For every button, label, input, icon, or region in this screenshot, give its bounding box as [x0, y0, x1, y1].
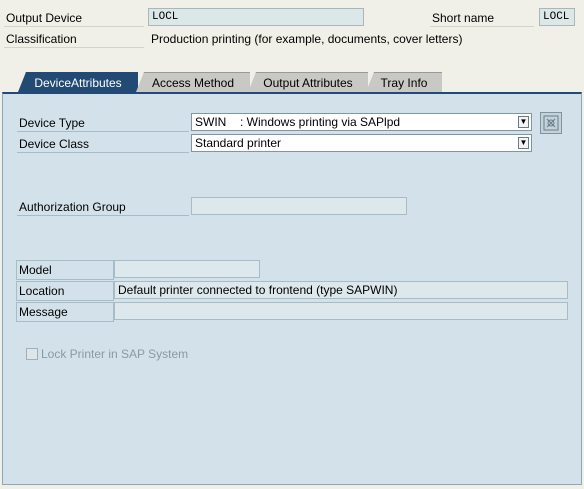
authorization-group-field[interactable]: [191, 197, 407, 215]
lock-printer-checkbox[interactable]: [26, 348, 38, 360]
message-label: Message: [16, 302, 114, 322]
chevron-down-icon[interactable]: ▼: [518, 137, 529, 149]
output-device-field[interactable]: LOCL: [148, 8, 364, 26]
location-label: Location: [16, 281, 114, 301]
output-device-label: Output Device: [4, 9, 144, 27]
location-field[interactable]: Default printer connected to frontend (t…: [114, 281, 568, 299]
possible-entries-button[interactable]: [540, 112, 562, 134]
model-field[interactable]: [114, 260, 260, 278]
short-name-label: Short name: [430, 9, 534, 27]
short-name-field[interactable]: LOCL: [539, 8, 575, 26]
device-type-label: Device Type: [17, 114, 189, 132]
authorization-group-label: Authorization Group: [17, 198, 189, 216]
value-help-icon: [543, 115, 559, 131]
tab-access-method[interactable]: Access Method: [136, 72, 250, 92]
device-type-description: : Windows printing via SAPlpd: [240, 115, 401, 129]
device-class-value: Standard printer: [195, 136, 282, 150]
classification-value: Production printing (for example, docume…: [151, 32, 463, 46]
tab-device-attributes[interactable]: DeviceAttributes: [18, 72, 138, 92]
device-type-dropdown[interactable]: SWIN : Windows printing via SAPlpd ▼: [191, 113, 532, 131]
chevron-down-icon[interactable]: ▼: [518, 116, 529, 128]
tab-tray-info[interactable]: Tray Info: [366, 72, 442, 92]
model-label: Model: [16, 260, 114, 280]
lock-printer-label: Lock Printer in SAP System: [41, 347, 189, 361]
message-field[interactable]: [114, 302, 568, 320]
tab-output-attributes[interactable]: Output Attributes: [248, 72, 368, 92]
classification-label: Classification: [4, 30, 144, 48]
device-class-label: Device Class: [17, 135, 189, 153]
device-type-code: SWIN: [195, 115, 227, 129]
device-class-dropdown[interactable]: Standard printer ▼: [191, 134, 532, 152]
